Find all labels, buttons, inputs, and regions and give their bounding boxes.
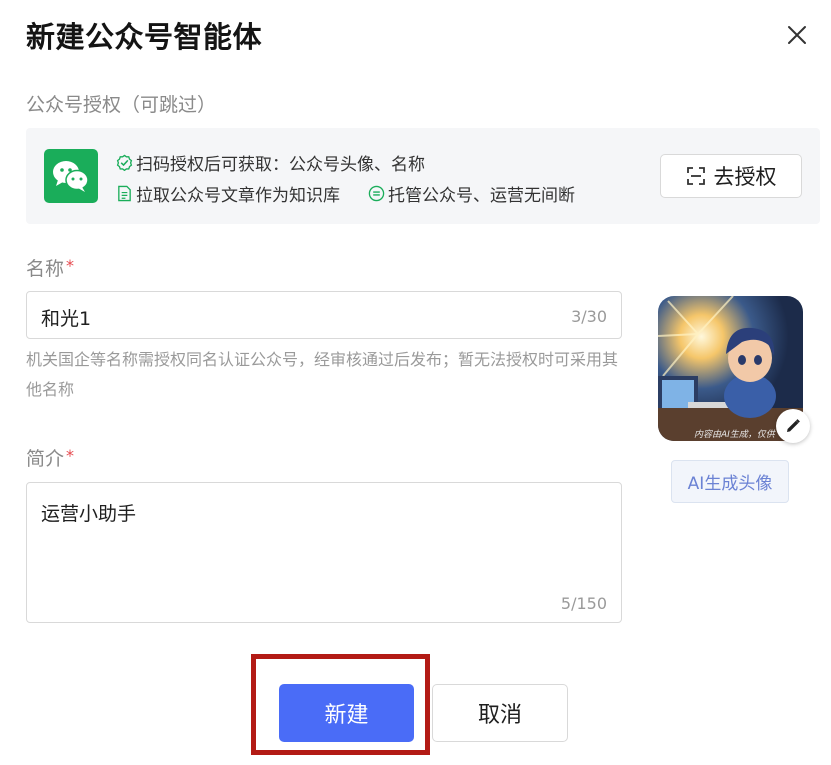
auth-section-label: 公众号授权（可跳过） [26,94,217,116]
cancel-button[interactable]: 取消 [432,684,568,742]
scan-icon [686,167,705,185]
auth-panel: 扫码授权后可获取：公众号头像、名称 拉取公众号文章作为知识库 托管公众号、运营无… [26,128,820,224]
create-button[interactable]: 新建 [279,684,414,742]
edit-avatar-button[interactable] [776,409,810,443]
close-icon[interactable] [786,24,808,46]
dialog-title: 新建公众号智能体 [26,20,263,54]
name-hint: 机关国企等名称需授权同名认证公众号，经审核通过后发布；暂无法授权时可采用其他名称 [26,350,619,399]
wechat-logo-icon [44,149,98,203]
intro-char-count: 5/150 [560,594,607,613]
ai-generate-avatar-button[interactable]: AI生成头像 [671,460,789,503]
intro-textarea[interactable]: 运营小助手 5/150 [26,482,622,623]
intro-label: 简介 * [26,446,75,470]
name-input[interactable]: 和光1 3/30 [26,291,622,339]
avatar-ai-caption: 内容由AI生成，仅供 [694,430,775,440]
name-char-count: 3/30 [571,307,607,326]
required-mark: * [66,256,75,275]
required-mark: * [66,446,75,465]
pencil-icon [787,419,800,432]
auth-benefit-1: 扫码授权后可获取：公众号头像、名称 [116,150,425,175]
hosting-icon [368,185,385,202]
auth-benefit-2: 拉取公众号文章作为知识库 [116,181,340,206]
authorize-button[interactable]: 去授权 [660,154,802,198]
verified-check-icon [116,154,133,171]
name-input-value: 和光1 [41,308,92,330]
name-label: 名称 * [26,256,75,280]
intro-textarea-value: 运营小助手 [41,503,137,525]
auth-benefit-3: 托管公众号、运营无间断 [368,181,575,206]
document-icon [118,185,131,202]
